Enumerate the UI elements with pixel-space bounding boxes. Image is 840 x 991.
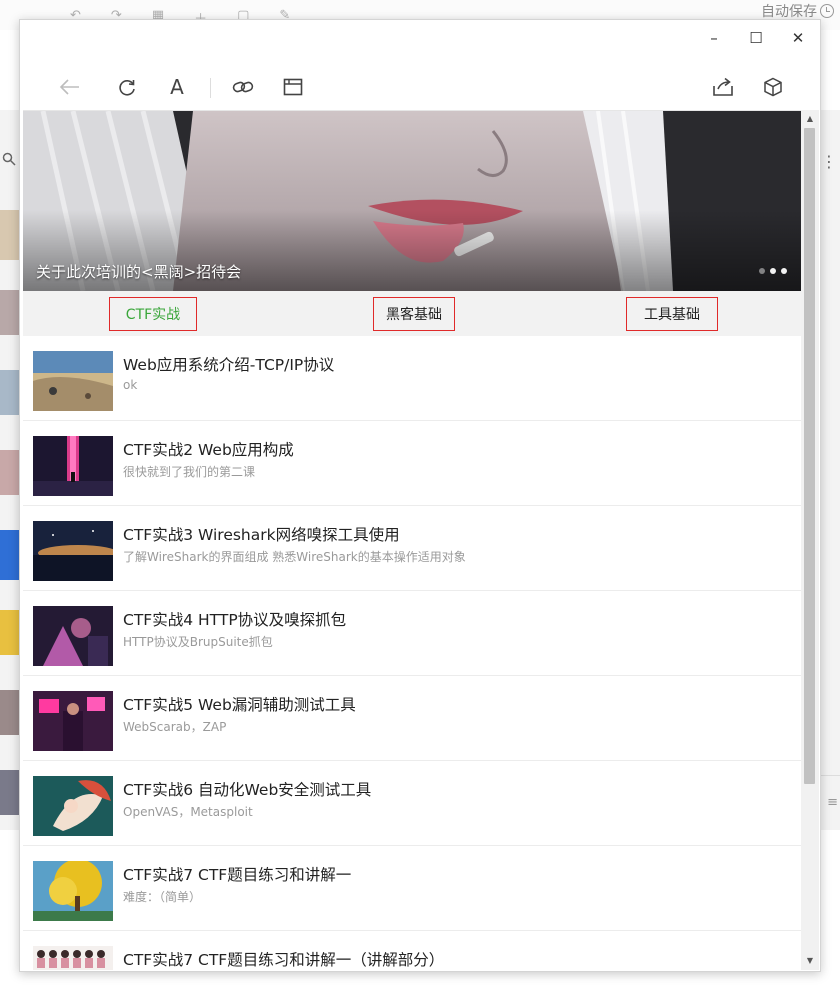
course-desc: 很快就到了我们的第二课 <box>123 465 256 479</box>
course-desc: WebScarab，ZAP <box>123 720 227 734</box>
link-icon <box>232 81 254 93</box>
course-title: Web应用系统介绍-TCP/IP协议 <box>123 356 335 374</box>
tab-tool-basics[interactable]: 工具基础 <box>626 297 718 331</box>
back-button[interactable] <box>54 72 84 102</box>
list-item[interactable]: Web应用系统介绍-TCP/IP协议 ok <box>23 336 801 421</box>
font-icon: A <box>170 75 184 99</box>
list-item[interactable]: CTF实战7 CTF题目练习和讲解一（讲解部分） <box>23 931 801 970</box>
course-title: CTF实战5 Web漏洞辅助测试工具 <box>123 696 356 714</box>
maximize-button[interactable]: ☐ <box>742 26 770 50</box>
share-icon <box>713 77 733 96</box>
course-thumbnail <box>33 351 113 411</box>
course-thumbnail <box>33 861 113 921</box>
share-button[interactable] <box>708 72 738 102</box>
banner-dot[interactable] <box>770 268 776 274</box>
course-title: CTF实战2 Web应用构成 <box>123 441 294 459</box>
banner-pagination <box>759 268 787 274</box>
toolbar-separator <box>210 78 211 98</box>
autosave-label: 自动保存 <box>761 4 817 20</box>
course-title: CTF实战6 自动化Web安全测试工具 <box>123 781 372 799</box>
clock-icon <box>820 4 834 18</box>
copy-link-button[interactable] <box>228 72 258 102</box>
arrow-left-icon <box>59 79 79 95</box>
background-thumbnail <box>0 610 20 655</box>
list-item[interactable]: CTF实战3 Wireshark网络嗅探工具使用 了解WireShark的界面组… <box>23 506 801 591</box>
page-content: 关于此次培训的<黑阔>招待会 CTF实战 黑客基础 工具基础 Web应用系统介绍… <box>23 110 801 970</box>
course-title: CTF实战4 HTTP协议及嗅探抓包 <box>123 611 347 629</box>
refresh-icon <box>119 80 135 96</box>
course-list: Web应用系统介绍-TCP/IP协议 ok CTF实战2 Web应用构成 很快就… <box>23 336 801 970</box>
list-item[interactable]: CTF实战6 自动化Web安全测试工具 OpenVAS，Metasploit <box>23 761 801 846</box>
course-desc: 了解WireShark的界面组成 熟悉WireShark的基本操作适用对象 <box>123 550 466 564</box>
course-title: CTF实战3 Wireshark网络嗅探工具使用 <box>123 526 400 544</box>
scroll-up-arrow-icon[interactable]: ▲ <box>801 110 819 126</box>
course-title: CTF实战7 CTF题目练习和讲解一 <box>123 866 352 884</box>
tab-hacker-basics[interactable]: 黑客基础 <box>373 297 455 331</box>
browser-window-icon <box>283 78 303 96</box>
background-right-panel <box>820 110 840 830</box>
background-divider <box>820 775 840 776</box>
background-thumbnail <box>0 210 20 260</box>
banner-dot-active[interactable] <box>781 268 787 274</box>
course-desc: 难度：（简单） <box>123 890 202 904</box>
background-thumbnail <box>0 770 20 815</box>
category-tabs: CTF实战 黑客基础 工具基础 <box>23 291 801 336</box>
scroll-down-arrow-icon[interactable]: ▼ <box>801 952 819 968</box>
minimize-button[interactable]: – <box>700 26 728 50</box>
course-desc: OpenVAS，Metasploit <box>123 805 253 819</box>
list-item[interactable]: CTF实战2 Web应用构成 很快就到了我们的第二课 <box>23 421 801 506</box>
course-title: CTF实战7 CTF题目练习和讲解一（讲解部分） <box>123 951 445 969</box>
course-thumbnail <box>33 606 113 666</box>
more-icon: ⋮ <box>821 152 838 171</box>
search-icon <box>2 152 18 168</box>
banner-caption[interactable]: 关于此次培训的<黑阔>招待会 <box>36 261 241 282</box>
article-window: – ☐ ✕ A 关于此次培训的<黑阔>招待会 CTF实战 黑客基础 工具基础 W… <box>19 19 821 972</box>
tab-ctf-practice[interactable]: CTF实战 <box>109 297 197 331</box>
list-icon: ≡ <box>827 795 838 810</box>
course-thumbnail <box>33 521 113 581</box>
course-thumbnail <box>33 776 113 836</box>
close-button[interactable]: ✕ <box>784 26 812 50</box>
scrollbar-thumb[interactable] <box>804 128 815 784</box>
cube-icon <box>764 77 782 97</box>
course-desc: ok <box>123 378 138 392</box>
browser-toolbar: A <box>20 66 820 110</box>
course-thumbnail <box>33 946 113 970</box>
background-thumbnail <box>0 690 20 735</box>
list-item[interactable]: CTF实战5 Web漏洞辅助测试工具 WebScarab，ZAP <box>23 676 801 761</box>
autosave-indicator: 自动保存 <box>761 1 834 21</box>
title-bar: – ☐ ✕ <box>20 20 820 56</box>
refresh-button[interactable] <box>112 72 142 102</box>
mini-program-button[interactable] <box>758 72 788 102</box>
list-item[interactable]: CTF实战4 HTTP协议及嗅探抓包 HTTP协议及BrupSuite抓包 <box>23 591 801 676</box>
font-button[interactable]: A <box>162 72 192 102</box>
background-thumbnail <box>0 530 20 580</box>
open-in-browser-button[interactable] <box>278 72 308 102</box>
background-thumbnail <box>0 370 20 415</box>
list-item[interactable]: CTF实战7 CTF题目练习和讲解一 难度：（简单） <box>23 846 801 931</box>
background-thumbnail <box>0 290 20 335</box>
course-desc: HTTP协议及BrupSuite抓包 <box>123 635 273 649</box>
background-thumbnail <box>0 450 20 495</box>
course-thumbnail <box>33 691 113 751</box>
vertical-scrollbar[interactable]: ▲ ▼ <box>801 110 819 970</box>
banner-carousel[interactable]: 关于此次培训的<黑阔>招待会 <box>23 111 801 291</box>
banner-dot[interactable] <box>759 268 765 274</box>
course-thumbnail <box>33 436 113 496</box>
